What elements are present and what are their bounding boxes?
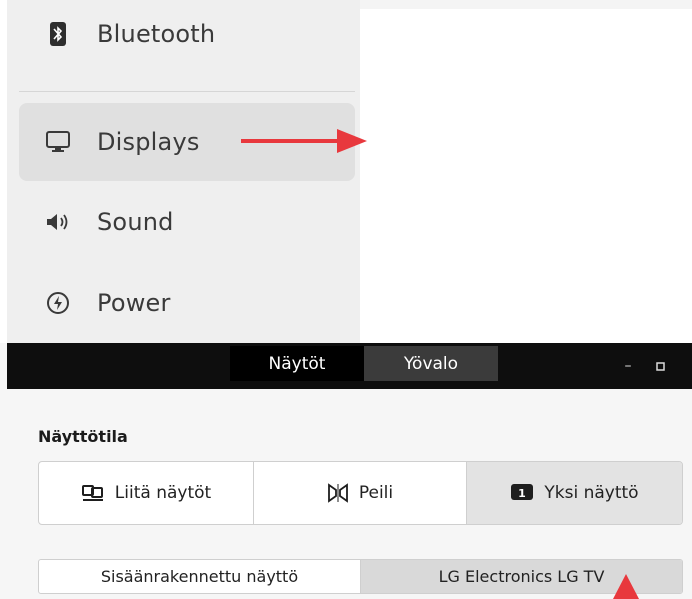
display-selector: Sisäänrakennettu näyttö LG Electronics L… — [38, 559, 683, 594]
maximize-icon — [655, 361, 665, 371]
join-displays-label: Liitä näytöt — [114, 483, 212, 503]
minimize-button[interactable]: – — [616, 343, 640, 389]
single-display-button[interactable]: 1 Yksi näyttö — [467, 462, 682, 524]
speaker-icon — [45, 209, 71, 235]
annotation-arrow-right-icon — [241, 129, 367, 153]
monitor-icon — [45, 129, 71, 155]
mirror-button[interactable]: Peili — [254, 462, 467, 524]
settings-sidebar: Bluetooth Displays Sound Power — [7, 0, 367, 343]
content-area-edge — [360, 0, 692, 9]
sidebar-item-label: Displays — [97, 128, 200, 156]
tab-displays[interactable]: Näytöt — [230, 346, 364, 381]
join-displays-button[interactable]: Liitä näytöt — [39, 462, 254, 524]
sidebar-divider — [19, 91, 355, 92]
sidebar-item-bluetooth[interactable]: Bluetooth — [19, 0, 355, 73]
sidebar-item-label: Power — [97, 289, 171, 317]
view-switcher: Näytöt Yövalo — [230, 346, 498, 381]
mirror-label: Peili — [358, 483, 394, 503]
builtin-display-button[interactable]: Sisäänrakennettu näyttö — [39, 560, 361, 593]
power-icon — [45, 290, 71, 316]
display-mode-heading: Näyttötila — [38, 427, 128, 446]
maximize-button[interactable] — [648, 343, 672, 389]
settings-panel: Bluetooth Displays Sound Power — [0, 0, 692, 343]
window-titlebar: Näytöt Yövalo – — [7, 343, 692, 389]
sidebar-item-label: Sound — [97, 208, 174, 236]
annotation-arrow-up-icon — [613, 574, 639, 599]
single-display-label: Yksi näyttö — [544, 483, 639, 503]
single-display-badge: 1 — [519, 487, 527, 500]
sidebar-item-label: Bluetooth — [97, 20, 216, 48]
minimize-icon: – — [624, 358, 632, 374]
join-displays-icon — [81, 484, 105, 502]
mirror-icon — [327, 482, 349, 504]
bluetooth-icon — [45, 21, 71, 47]
displays-window: Näytöt Yövalo – Näyttötila Liitä näytöt — [0, 343, 692, 599]
sidebar-item-power[interactable]: Power — [19, 264, 355, 342]
tab-night-light[interactable]: Yövalo — [364, 346, 498, 381]
display-mode-group: Liitä näytöt Peili 1 Yksi näyttö — [38, 461, 683, 525]
single-display-icon: 1 — [510, 483, 534, 503]
sidebar-item-sound[interactable]: Sound — [19, 183, 355, 261]
